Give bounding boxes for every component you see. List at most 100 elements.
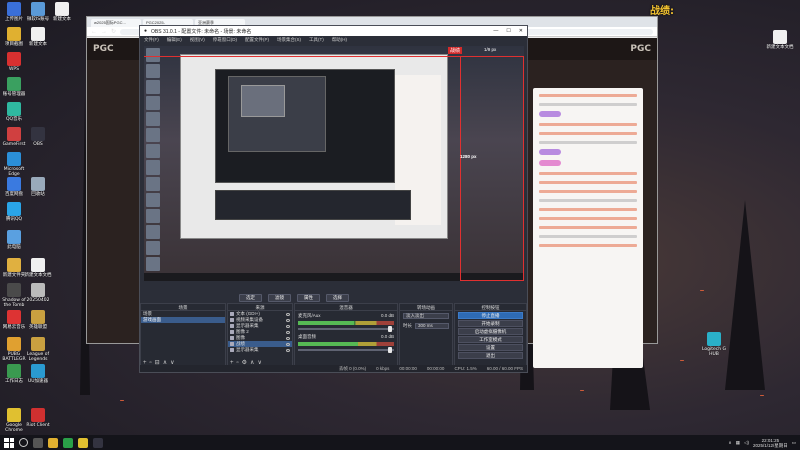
duration-input[interactable]: 300 ms <box>415 323 449 329</box>
desktop-icon-label: 新建文本文档 <box>24 273 52 278</box>
volume-slider[interactable] <box>298 326 394 332</box>
menu-edit[interactable]: 编辑(E) <box>167 37 182 43</box>
notification-icon[interactable]: ▭ <box>792 440 796 446</box>
obs-preview[interactable]: 战绩 1/9 px 1280 px <box>144 46 524 281</box>
close-icon[interactable]: ✕ <box>519 28 523 34</box>
desktop-icon[interactable]: 新建文本文档 <box>766 30 794 50</box>
desktop-icon[interactable]: WPS <box>0 52 28 72</box>
obs-titlebar[interactable]: ● OBS 31.0.1 - 配置文件: 未命名 - 场景: 未命名 — ☐ ✕ <box>140 26 527 36</box>
visibility-icon[interactable] <box>286 348 290 352</box>
app-icon <box>7 364 21 378</box>
network-icon[interactable]: ▦ <box>736 440 740 446</box>
toolbar-properties-button[interactable]: 属性 <box>297 294 320 302</box>
app-icon <box>31 408 45 422</box>
toolbar-select-button[interactable]: 选定 <box>239 294 262 302</box>
desktop-icon[interactable]: League of Legends <box>24 337 52 362</box>
desktop-icon[interactable]: Microsoft Edge <box>0 152 28 177</box>
visibility-icon[interactable] <box>286 318 290 322</box>
sources-header: 来源 <box>228 304 292 311</box>
virtual-camera-button[interactable]: 启动虚拟摄像机 <box>458 328 523 335</box>
menu-tools[interactable]: 工具(T) <box>309 37 324 43</box>
visibility-icon[interactable] <box>286 342 290 346</box>
desktop-icon[interactable]: Logitech G HUB <box>700 332 728 357</box>
site-logo-right[interactable]: PGC <box>630 44 651 54</box>
preview-browser <box>180 54 448 239</box>
file-explorer-icon[interactable] <box>48 437 58 448</box>
transition-select[interactable]: 淡入淡出 <box>403 313 449 319</box>
app-icon <box>7 127 21 141</box>
chrome-icon[interactable] <box>78 437 88 448</box>
obs-taskbar-icon[interactable] <box>93 437 103 448</box>
obs-logo-icon: ● <box>144 28 148 34</box>
wechat-icon[interactable] <box>63 437 73 448</box>
desktop-icon-label: 新建文本文档 <box>766 45 794 50</box>
source-toolbar: 选定 滤镜 属性 选择 <box>144 294 444 302</box>
menu-scene-collection[interactable]: 场景集合(S) <box>277 37 301 43</box>
start-button[interactable] <box>4 437 14 448</box>
studio-mode-button[interactable]: 工作室模式 <box>458 336 523 343</box>
source-item[interactable]: 显示器采集 <box>228 347 292 353</box>
refresh-icon[interactable]: ↻ <box>111 28 116 35</box>
stop-streaming-button[interactable]: 停止直播 <box>458 312 523 319</box>
desktop-icon-label: 新建文本 <box>29 42 47 47</box>
app-icon <box>31 27 45 41</box>
visibility-icon[interactable] <box>286 336 290 340</box>
desktop-icon[interactable]: 英雄联盟 <box>24 310 52 330</box>
search-icon[interactable] <box>19 438 28 447</box>
task-view-icon[interactable] <box>33 437 43 448</box>
back-icon[interactable]: ← <box>91 29 97 35</box>
source-selection-box[interactable] <box>460 56 524 281</box>
app-icon <box>31 127 45 141</box>
transitions-header: 转场动画 <box>400 304 452 311</box>
volume-knob[interactable] <box>388 326 393 332</box>
desktop-icon[interactable]: 新建文本 <box>24 27 52 47</box>
menu-profile[interactable]: 配置文件(P) <box>245 37 269 43</box>
desktop-icon[interactable]: 腾讯QQ <box>0 202 28 222</box>
desktop-icon[interactable]: 新建文本文档 <box>24 258 52 278</box>
file-icon <box>773 30 787 44</box>
desktop-icon-label: QQ音乐 <box>5 117 23 122</box>
audio-meter <box>298 321 394 325</box>
site-logo[interactable]: PGC <box>93 44 114 54</box>
obs-statusbar: 丢帧 0 (0.0%) 0 kbps 00:00:00 00:00:00 CPU… <box>140 365 527 372</box>
forward-icon[interactable]: → <box>101 29 107 35</box>
obs-window[interactable]: ● OBS 31.0.1 - 配置文件: 未命名 - 场景: 未命名 — ☐ ✕… <box>139 25 528 373</box>
browser-tab[interactable]: w2025国际PGC... <box>91 19 141 27</box>
volume-slider[interactable] <box>298 347 394 353</box>
menu-docks[interactable]: 停靠窗口(D) <box>213 37 237 43</box>
chevron-up-icon[interactable]: ∧ <box>728 440 731 446</box>
desktop-icon[interactable]: 20250402 <box>24 283 52 303</box>
maximize-icon[interactable]: ☐ <box>506 28 510 34</box>
exit-button[interactable]: 退出 <box>458 352 523 359</box>
desktop-icon[interactable]: UU加速器 <box>24 364 52 384</box>
desktop-icon[interactable]: OBS <box>24 127 52 147</box>
desktop-icon[interactable]: 回收站 <box>24 177 52 197</box>
desktop-icon[interactable]: QQ音乐 <box>0 102 28 122</box>
controls-header: 控制按钮 <box>455 304 526 311</box>
toolbar-filters-button[interactable]: 滤镜 <box>268 294 291 302</box>
visibility-icon[interactable] <box>286 312 290 316</box>
start-recording-button[interactable]: 开始录制 <box>458 320 523 327</box>
menu-view[interactable]: 视图(V) <box>190 37 205 43</box>
app-icon <box>31 177 45 191</box>
clock[interactable]: 22:01:25 2025/1/12/星期日 <box>753 438 788 448</box>
desktop-icon-label: 回收站 <box>31 192 45 197</box>
preview-desktop-icons <box>146 48 160 271</box>
minimize-icon[interactable]: — <box>493 28 498 34</box>
desktop-icon[interactable]: Riot Client <box>24 408 52 428</box>
desktop-icon[interactable]: 此电脑 <box>0 230 28 250</box>
desktop-icon[interactable]: 新建文本 <box>48 2 76 22</box>
menu-help[interactable]: 帮助(H) <box>332 37 347 43</box>
dropped-frames: 丢帧 0 (0.0%) <box>338 365 367 371</box>
visibility-icon[interactable] <box>286 324 290 328</box>
menu-file[interactable]: 文件(F) <box>144 37 159 43</box>
toolbar-choose-button[interactable]: 选择 <box>326 294 349 302</box>
volume-knob[interactable] <box>388 347 393 353</box>
scene-item[interactable]: 游戏画面 <box>141 317 225 323</box>
volume-icon[interactable]: ◁) <box>744 440 749 446</box>
settings-button[interactable]: 设置 <box>458 344 523 351</box>
desktop-icon[interactable]: 账号管理器 <box>0 77 28 97</box>
visibility-icon[interactable] <box>286 330 290 334</box>
source-guide-line <box>144 56 524 57</box>
channel-name: 麦克风/Aux <box>298 313 321 318</box>
